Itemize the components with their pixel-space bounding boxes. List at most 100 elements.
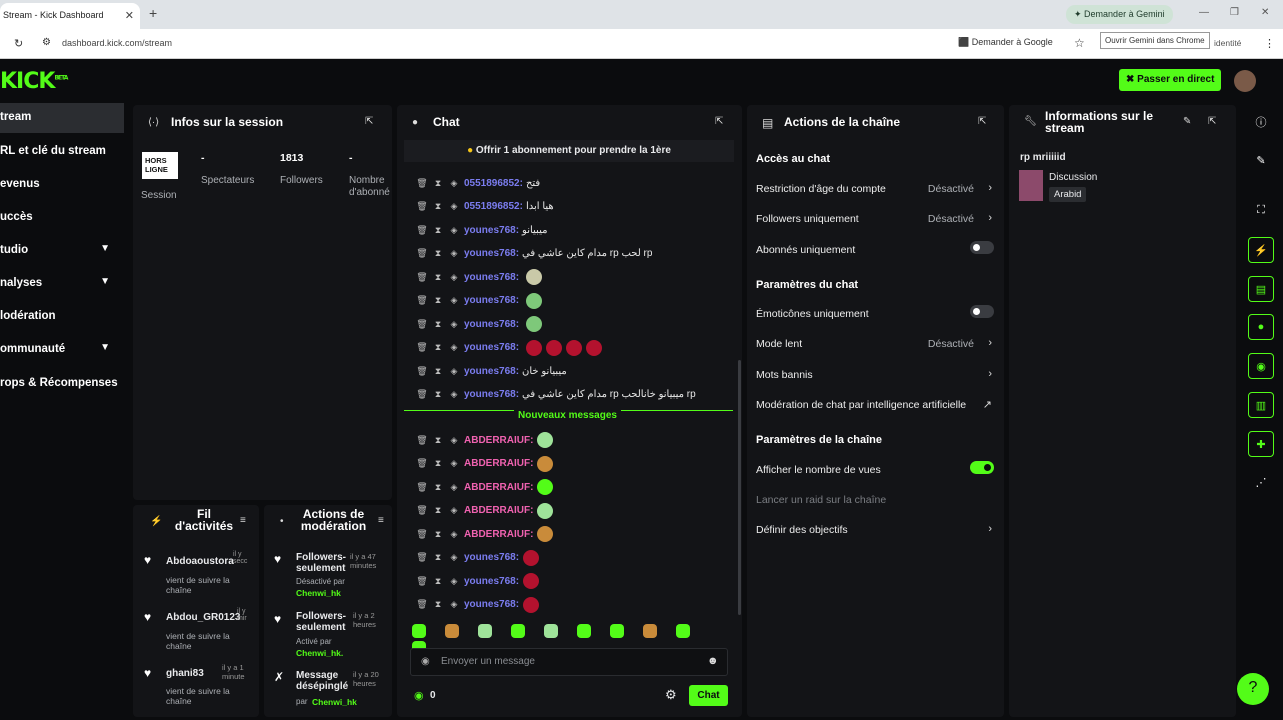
- delete-icon[interactable]: 🗑︎: [414, 201, 430, 212]
- delete-icon[interactable]: 🗑︎: [414, 295, 430, 306]
- timeout-icon[interactable]: ⧗: [430, 435, 446, 446]
- delete-icon[interactable]: 🗑︎: [414, 482, 430, 493]
- url-field[interactable]: dashboard.kick.com/stream: [62, 38, 172, 48]
- chat-username[interactable]: ABDERRAIUF:: [464, 435, 533, 446]
- chat-username[interactable]: younes768:: [464, 342, 519, 353]
- panel-icon[interactable]: ▥: [1248, 392, 1274, 418]
- subs-only-toggle[interactable]: [970, 241, 994, 254]
- delete-icon[interactable]: 🗑︎: [414, 458, 430, 469]
- emote-button[interactable]: [511, 624, 525, 638]
- delete-icon[interactable]: 🗑︎: [414, 342, 430, 353]
- share-icon[interactable]: ⋰: [1248, 470, 1274, 496]
- delete-icon[interactable]: 🗑︎: [414, 225, 430, 236]
- followers-only-row[interactable]: Followers uniquement Désactivé ›: [756, 212, 996, 237]
- emote-button[interactable]: [676, 624, 690, 638]
- chat-message[interactable]: 🗑︎ ⧗ ◈ 0551896852: فتح: [414, 173, 540, 193]
- emote-button[interactable]: [643, 624, 657, 638]
- edit-icon[interactable]: ✎: [1248, 148, 1274, 174]
- chat-username[interactable]: 0551896852:: [464, 178, 523, 189]
- go-live-button[interactable]: ✖ Passer en direct: [1119, 69, 1222, 91]
- chat-message[interactable]: 🗑︎ ⧗ ◈ younes768:: [414, 571, 540, 591]
- delete-icon[interactable]: 🗑︎: [414, 366, 430, 377]
- chat-username[interactable]: younes768:: [464, 248, 519, 259]
- delete-icon[interactable]: 🗑︎: [414, 435, 430, 446]
- ai-moderation-row[interactable]: Modération de chat par intelligence arti…: [756, 399, 996, 423]
- fullscreen-icon[interactable]: ⛶: [1248, 198, 1274, 224]
- timeout-icon[interactable]: ⧗: [430, 319, 446, 330]
- sidebar-item-analytics[interactable]: nalyses ▼: [0, 269, 124, 299]
- timeout-icon[interactable]: ⧗: [430, 178, 446, 189]
- chat-message[interactable]: 🗑︎ ⧗ ◈ younes768:: [414, 595, 540, 615]
- chat-message[interactable]: 🗑︎ ⧗ ◈ ABDERRAIUF:: [414, 430, 554, 450]
- timeout-icon[interactable]: ⧗: [430, 576, 446, 587]
- popout-icon[interactable]: ⇱: [715, 116, 723, 127]
- emote-button[interactable]: [610, 624, 624, 638]
- timeout-icon[interactable]: ⧗: [430, 529, 446, 540]
- chat-username[interactable]: ABDERRAIUF:: [464, 529, 533, 540]
- sidebar-item-url-key[interactable]: RL et clé du stream: [0, 137, 124, 167]
- chat-username[interactable]: younes768:: [464, 552, 519, 563]
- chat-message[interactable]: 🗑︎ ⧗ ◈ ABDERRAIUF:: [414, 454, 554, 474]
- wrench-icon[interactable]: ✚: [1248, 431, 1274, 457]
- emote-button[interactable]: [577, 624, 591, 638]
- chat-username[interactable]: younes768:: [464, 576, 519, 587]
- timeout-icon[interactable]: ⧗: [430, 389, 446, 400]
- chat-send-button[interactable]: Chat: [689, 685, 728, 706]
- delete-icon[interactable]: 🗑︎: [414, 529, 430, 540]
- age-restriction-row[interactable]: Restriction d'âge du compte Désactivé ›: [756, 182, 996, 207]
- chat-username[interactable]: younes768:: [464, 599, 519, 610]
- document-icon[interactable]: ▤: [1248, 276, 1274, 302]
- chat-scrollbar[interactable]: [738, 360, 741, 615]
- delete-icon[interactable]: 🗑︎: [414, 389, 430, 400]
- delete-icon[interactable]: 🗑︎: [414, 505, 430, 516]
- chat-username[interactable]: ABDERRAIUF:: [464, 458, 533, 469]
- timeout-icon[interactable]: ⧗: [430, 201, 446, 212]
- chat-message[interactable]: 🗑︎ ⧗ ◈ ABDERRAIUF:: [414, 477, 554, 497]
- chat-message[interactable]: 🗑︎ ⧗ ◈ younes768:: [414, 291, 543, 311]
- sidebar-item-achievements[interactable]: uccès: [0, 203, 124, 233]
- banned-words-row[interactable]: Mots bannis ›: [756, 368, 996, 393]
- chat-message[interactable]: 🗑︎ ⧗ ◈ 0551896852: هيا ابدا: [414, 197, 553, 217]
- timeout-icon[interactable]: ⧗: [430, 366, 446, 377]
- sidebar-item-stream[interactable]: tream: [0, 103, 124, 133]
- timeout-icon[interactable]: ⧗: [430, 458, 446, 469]
- chat-input[interactable]: [441, 656, 691, 667]
- chat-username[interactable]: younes768:: [464, 295, 519, 306]
- emote-button[interactable]: [478, 624, 492, 638]
- timeout-icon[interactable]: ⧗: [430, 552, 446, 563]
- timeout-icon[interactable]: ⧗: [430, 295, 446, 306]
- broadcast-icon[interactable]: ◉: [1248, 353, 1274, 379]
- chat-message[interactable]: 🗑︎ ⧗ ◈ younes768:: [414, 314, 543, 334]
- sidebar-item-revenue[interactable]: evenus: [0, 170, 124, 200]
- popout-icon[interactable]: ⇱: [978, 116, 986, 127]
- show-views-toggle[interactable]: [970, 461, 994, 474]
- sidebar-item-community[interactable]: ommunauté ▼: [0, 335, 124, 365]
- chat-bubble-icon[interactable]: ●: [1248, 314, 1274, 340]
- timeout-icon[interactable]: ⧗: [430, 225, 446, 236]
- filter-icon[interactable]: ≡: [240, 515, 246, 526]
- chat-message[interactable]: 🗑︎ ⧗ ◈ younes768: ميبيانو خان: [414, 361, 567, 381]
- delete-icon[interactable]: 🗑︎: [414, 178, 430, 189]
- emote-button[interactable]: [445, 624, 459, 638]
- kick-logo[interactable]: KICKBETA: [0, 69, 68, 94]
- chat-message[interactable]: 🗑︎ ⧗ ◈ younes768:: [414, 338, 603, 358]
- bookmark-star-icon[interactable]: ☆: [1074, 36, 1085, 50]
- emote-button[interactable]: [412, 624, 426, 638]
- close-window-icon[interactable]: ✕: [1261, 7, 1269, 18]
- site-info-icon[interactable]: ⚙: [42, 37, 51, 48]
- delete-icon[interactable]: 🗑︎: [414, 248, 430, 259]
- popout-icon[interactable]: ⇱: [365, 116, 373, 127]
- chat-username[interactable]: ABDERRAIUF:: [464, 505, 533, 516]
- timeout-icon[interactable]: ⧗: [430, 248, 446, 259]
- delete-icon[interactable]: 🗑︎: [414, 319, 430, 330]
- gemini-button[interactable]: ✦ Demander à Gemini: [1066, 5, 1173, 24]
- timeout-icon[interactable]: ⧗: [430, 505, 446, 516]
- close-icon[interactable]: ✕: [125, 9, 134, 22]
- browser-tab[interactable]: Stream - Kick Dashboard ✕: [0, 3, 140, 29]
- identity-label[interactable]: identité: [1214, 38, 1241, 48]
- points-icon[interactable]: ◉: [414, 689, 424, 702]
- edit-icon[interactable]: ✎: [1183, 116, 1191, 127]
- slow-mode-row[interactable]: Mode lent Désactivé ›: [756, 337, 996, 362]
- emote-button[interactable]: [544, 624, 558, 638]
- delete-icon[interactable]: 🗑︎: [414, 576, 430, 587]
